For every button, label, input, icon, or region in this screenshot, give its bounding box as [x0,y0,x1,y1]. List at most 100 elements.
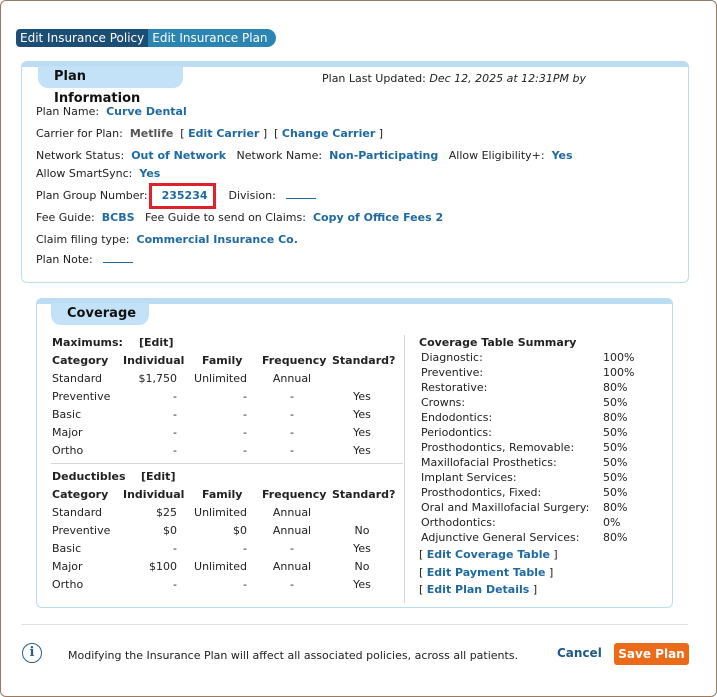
coverage-header: Coverage [51,303,149,325]
maximums-table-cell: - [173,408,177,421]
summary-percent-value: 50% [603,471,628,484]
carrier-value: Metlife [129,127,174,140]
claim-type-row: Claim filing type: Commercial Insurance … [36,233,298,246]
plan-name-row: Plan Name: Curve Dental [36,105,187,118]
maximums-table-cell: Yes [353,426,371,439]
summary-percent-value: 50% [603,456,628,469]
allow-eligibility-label: Allow Eligibility+: [448,149,545,162]
deductibles-table-cell: Standard [52,506,103,519]
ded-col-category: Category [52,488,109,501]
tab-edit-insurance-plan[interactable]: Edit Insurance Plan [148,29,276,47]
smartsync-row: Allow SmartSync: Yes [36,167,160,180]
max-col-standard: Standard? [332,354,396,367]
max-col-category: Category [52,354,109,367]
edit-carrier-link[interactable]: Edit Carrier [188,127,259,140]
deductibles-table-cell: $0 [163,524,177,537]
last-updated-value: Dec 12, 2025 at 12:31PM by [429,72,586,85]
maximums-table-cell: - [173,426,177,439]
summary-category-label: Prosthodontics, Removable: [421,441,575,454]
maximums-table-cell: Yes [353,444,371,457]
summary-percent-value: 80% [603,501,628,514]
edit-plan-details-row: [ Edit Plan Details ] [419,583,538,596]
deductibles-table-cell: Annual [272,524,312,537]
network-status-label: Network Status: [36,149,125,162]
plan-name-label: Plan Name: [36,105,100,118]
maximums-table-cell: - [243,408,247,421]
ded-col-standard: Standard? [332,488,396,501]
deductibles-table-cell: $25 [156,506,177,519]
max-col-frequency: Frequency [262,354,327,367]
deductibles-label: Deductibles [52,470,126,483]
plan-information-header: Plan Information [38,66,183,106]
maximums-table-cell: Unlimited [194,372,247,385]
plan-information-panel: Plan Information Plan Last Updated: Dec … [21,61,689,283]
edit-plan-details-link[interactable]: Edit Plan Details [427,583,530,596]
footer-message: Modifying the Insurance Plan will affect… [68,649,519,662]
tab-bar: Edit Insurance Policy Edit Insurance Pla… [16,29,276,47]
tab-edit-insurance-policy[interactable]: Edit Insurance Policy [16,29,149,47]
summary-percent-value: 80% [603,531,628,544]
ded-col-family: Family [202,488,243,501]
deductibles-table-cell: $0 [233,524,247,537]
summary-category-label: Orthodontics: [421,516,496,529]
edit-deductibles-link[interactable]: [Edit] [141,470,175,483]
network-status-value: Out of Network [131,149,227,162]
maximums-table-cell: - [290,426,294,439]
deductibles-table-cell: Major [52,560,83,573]
summary-category-label: Crowns: [421,396,466,409]
maximums-table-cell: Yes [353,390,371,403]
edit-payment-table-link[interactable]: Edit Payment Table [427,566,546,579]
fee-guide-row: Fee Guide: BCBS Fee Guide to send on Cla… [36,211,443,224]
claim-type-label: Claim filing type: [36,233,130,246]
edit-coverage-table-link[interactable]: Edit Coverage Table [427,548,550,561]
summary-category-label: Prosthodontics, Fixed: [421,486,542,499]
summary-percent-value: 50% [603,441,628,454]
maximums-table-cell: - [173,390,177,403]
save-plan-button[interactable]: Save Plan [614,643,689,665]
summary-category-label: Preventive: [421,366,484,379]
summary-percent-value: 80% [603,381,628,394]
deductibles-table-cell: Unlimited [194,560,247,573]
deductibles-table-cell: - [173,578,177,591]
allow-eligibility-value: Yes [551,149,573,162]
info-icon: i [22,643,42,663]
allow-smartsync-value: Yes [139,167,161,180]
maximums-table-cell: - [243,390,247,403]
summary-category-label: Implant Services: [421,471,517,484]
fee-guide-label: Fee Guide: [36,211,95,224]
summary-category-label: Oral and Maxillofacial Surgery: [421,501,590,514]
deductibles-table-cell: $100 [149,560,177,573]
carrier-row: Carrier for Plan: Metlife [ Edit Carrier… [36,127,384,140]
plan-name-value: Curve Dental [106,105,187,118]
network-row: Network Status: Out of Network Network N… [36,149,573,162]
deductibles-table-cell: - [243,578,247,591]
deductibles-table-cell: Yes [353,578,371,591]
maximums-table-cell: Basic [52,408,82,421]
coverage-summary-title: Coverage Table Summary [419,336,577,349]
maximums-table-cell: Annual [272,372,312,385]
deductibles-table-cell: No [354,560,370,573]
plan-note-label: Plan Note: [36,253,93,266]
change-carrier-link[interactable]: Change Carrier [282,127,375,140]
summary-category-label: Maxillofacial Prosthetics: [421,456,557,469]
deductibles-table-cell: Preventive [52,524,111,537]
plan-note-value-blank[interactable] [103,254,134,263]
deductibles-table-cell: Annual [272,560,312,573]
maximums-table-cell: Ortho [52,444,84,457]
cancel-button[interactable]: Cancel [557,646,602,660]
ded-col-individual: Individual [123,488,185,501]
plan-last-updated: Plan Last Updated: Dec 12, 2025 at 12:31… [322,72,586,85]
deductibles-table-cell: Basic [52,542,82,555]
fee-guide-claims-label: Fee Guide to send on Claims: [145,211,306,224]
summary-category-label: Endodontics: [421,411,493,424]
allow-smartsync-label: Allow SmartSync: [36,167,133,180]
deductibles-table-cell: - [290,542,294,555]
deductibles-table-cell: - [173,542,177,555]
claim-type-value: Commercial Insurance Co. [136,233,298,246]
maximums-table-cell: - [290,444,294,457]
division-value-blank[interactable] [286,190,317,199]
maximums-table-cell: Standard [52,372,103,385]
summary-percent-value: 0% [603,516,621,529]
maximums-table-cell: $1,750 [138,372,178,385]
edit-maximums-link[interactable]: [Edit] [139,336,173,349]
